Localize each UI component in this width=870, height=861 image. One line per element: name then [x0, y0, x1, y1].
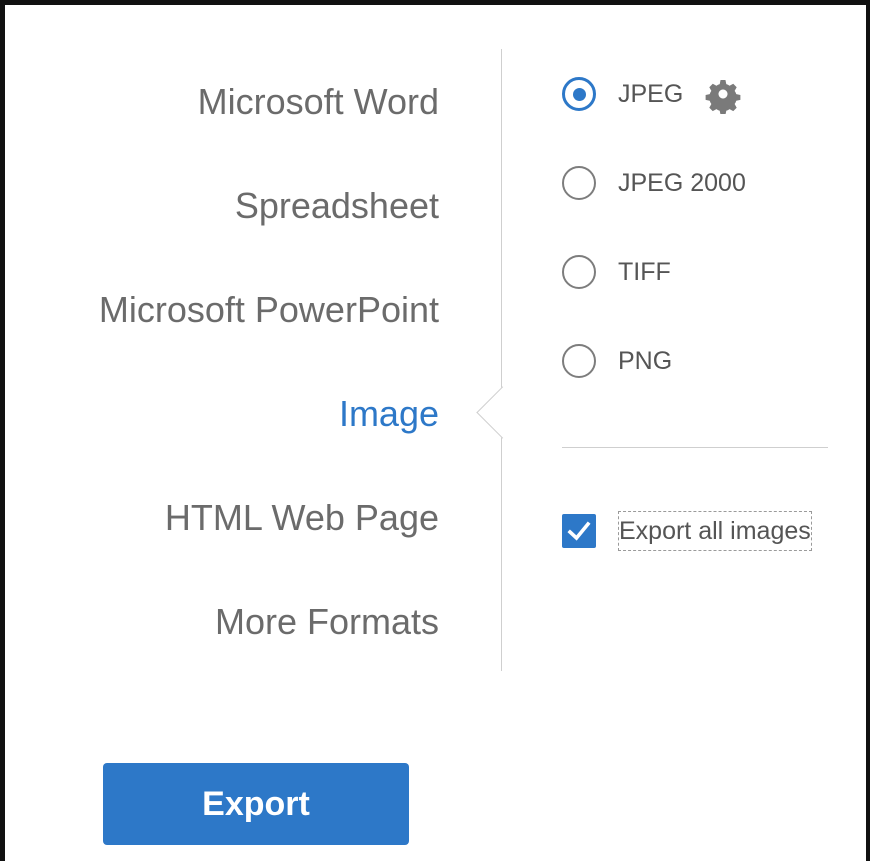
gear-icon[interactable] [703, 74, 743, 115]
radio-jpeg-2000[interactable] [562, 166, 596, 200]
option-label: JPEG 2000 [618, 169, 746, 197]
selection-pointer [476, 386, 529, 439]
option-jpeg-2000[interactable]: JPEG 2000 [562, 166, 746, 255]
radio-jpeg[interactable] [562, 77, 596, 111]
format-item-powerpoint[interactable]: Microsoft PowerPoint [25, 258, 439, 362]
format-list: Microsoft Word Spreadsheet Microsoft Pow… [25, 50, 439, 674]
option-png[interactable]: PNG [562, 344, 746, 433]
export-panel: Microsoft Word Spreadsheet Microsoft Pow… [0, 0, 870, 861]
checkmark-icon [567, 521, 591, 541]
horizontal-divider [562, 447, 828, 448]
format-item-html[interactable]: HTML Web Page [25, 466, 439, 570]
format-label: More Formats [214, 601, 439, 642]
option-label: JPEG [618, 80, 684, 108]
radio-png[interactable] [562, 344, 596, 378]
option-label: TIFF [618, 258, 671, 286]
option-tiff[interactable]: TIFF [562, 255, 746, 344]
option-label: PNG [618, 347, 673, 375]
export-all-images-option[interactable]: Export all images [562, 511, 812, 551]
format-item-more-formats[interactable]: More Formats [25, 570, 439, 674]
format-label: HTML Web Page [164, 497, 439, 538]
format-label: Image [338, 393, 439, 434]
export-all-images-checkbox[interactable] [562, 514, 596, 548]
vertical-divider [501, 49, 502, 671]
format-item-image[interactable]: Image [25, 362, 439, 466]
radio-tiff[interactable] [562, 255, 596, 289]
image-options-group: JPEG JPEG 2000 TIFF PNG [562, 77, 746, 433]
option-jpeg[interactable]: JPEG [562, 77, 746, 166]
export-all-images-label: Export all images [618, 511, 812, 551]
format-item-spreadsheet[interactable]: Spreadsheet [25, 154, 439, 258]
format-label: Microsoft Word [197, 81, 439, 122]
export-button[interactable]: Export [103, 763, 409, 845]
format-label: Spreadsheet [234, 185, 439, 226]
format-item-word[interactable]: Microsoft Word [25, 50, 439, 154]
format-label: Microsoft PowerPoint [98, 289, 439, 330]
